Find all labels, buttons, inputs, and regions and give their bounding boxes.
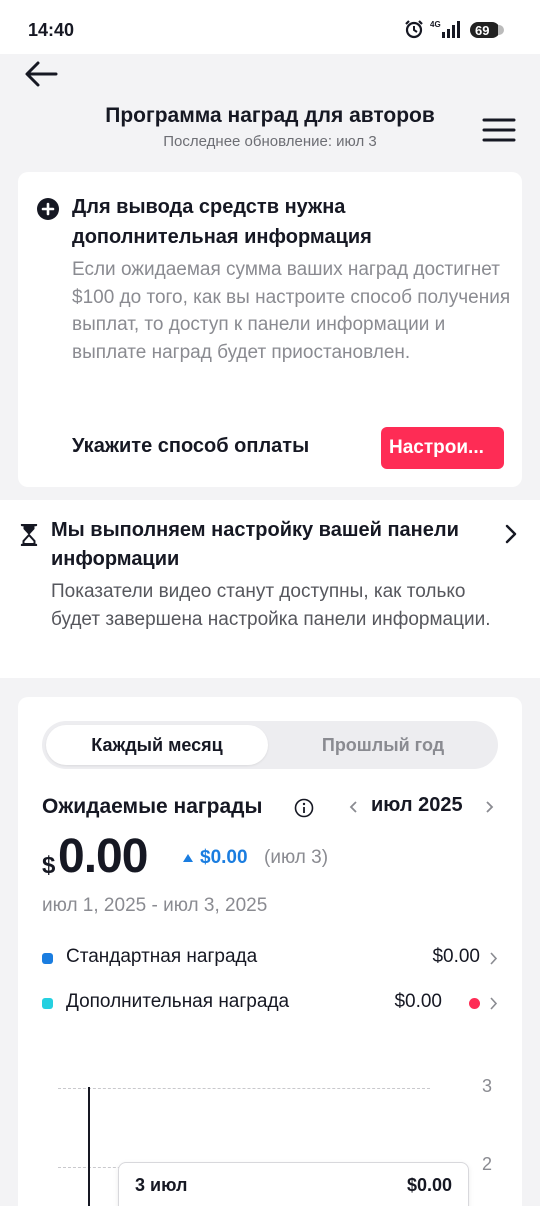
tab-monthly[interactable]: Каждый месяц [46,725,268,765]
tooltip-value: $0.00 [406,1175,452,1195]
menu-icon[interactable] [482,116,516,144]
additional-reward-row[interactable]: Дополнительная награда $0.00 [42,988,498,1018]
legend-dot-standard [42,953,53,964]
dashboard-setup-banner[interactable]: Мы выполняем настройку вашей панели инфо… [0,500,540,678]
tooltip-date: 3 июл [135,1175,188,1195]
alert-body: Если ожидаемая сумма ваших наград достиг… [72,259,511,363]
payout-alert-card: Для вывода средств нужна дополнительная … [18,172,522,487]
page-subtitle: Последнее обновление: июл 3 [163,133,377,150]
currency-sign: $ [42,852,56,879]
legend-value: $0.00 [432,946,480,967]
legend-value: $0.00 [394,991,442,1012]
standard-reward-row[interactable]: Стандартная награда $0.00 [42,943,498,973]
chevron-right-icon [490,952,498,965]
month-selector[interactable]: июл 2025 [371,794,463,817]
info-icon[interactable] [294,798,314,818]
battery-icon: 69 [470,20,504,39]
setup-payment-button[interactable]: Настрои... [381,427,504,469]
payment-method-label: Укажите способ оплаты [72,435,310,457]
battery-level: 69 [475,22,490,38]
page-title: Программа наград для авторов [105,104,435,127]
triangle-up-icon [183,854,193,862]
chevron-right-icon [505,524,517,544]
header: Программа наград для авторов Последнее о… [0,54,540,164]
legend-name: Дополнительная награда [66,991,290,1012]
svg-text:4G: 4G [430,20,441,29]
status-time: 14:40 [28,20,75,40]
hourglass-icon [20,524,38,546]
alert-title: Для вывода средств нужна дополнительная … [72,196,372,248]
period-toggle: Каждый месяц Прошлый год [42,721,498,769]
date-range: июл 1, 2025 - июл 3, 2025 [42,895,268,916]
status-bar: 14:40 4G 69 [0,0,540,54]
banner-title: Мы выполняем настройку вашей панели инфо… [51,519,459,570]
rewards-delta: $0.00 [200,847,248,868]
expected-rewards-label: Ожидаемые награды [42,795,263,818]
chevron-left-icon[interactable] [348,799,360,815]
chevron-right-icon[interactable] [483,799,495,815]
rewards-amount: 0.00 [58,830,148,883]
alarm-icon [405,20,423,39]
back-arrow-icon[interactable] [22,58,62,90]
grid-line [58,1088,430,1089]
rewards-delta-date: (июл 3) [264,847,329,868]
signal-icon: 4G [430,20,460,38]
chevron-right-icon [490,997,498,1010]
chart-cursor-line [88,1087,90,1206]
legend-dot-additional [42,998,53,1009]
chart-tooltip: 3 июл $0.00 [118,1162,469,1206]
plus-circle-icon [37,198,59,220]
status-icons: 4G 69 [404,19,504,39]
rewards-chart: 3 2 3 июл $0.00 [18,1067,522,1206]
y-tick-label: 2 [482,1154,493,1174]
legend-name: Стандартная награда [66,946,258,967]
y-tick-label: 3 [482,1076,493,1096]
notification-dot [469,998,480,1009]
tab-last-year[interactable]: Прошлый год [272,725,494,765]
rewards-card: Каждый месяц Прошлый год Ожидаемые награ… [18,697,522,1206]
banner-body: Показатели видео станут доступны, как то… [51,581,491,630]
